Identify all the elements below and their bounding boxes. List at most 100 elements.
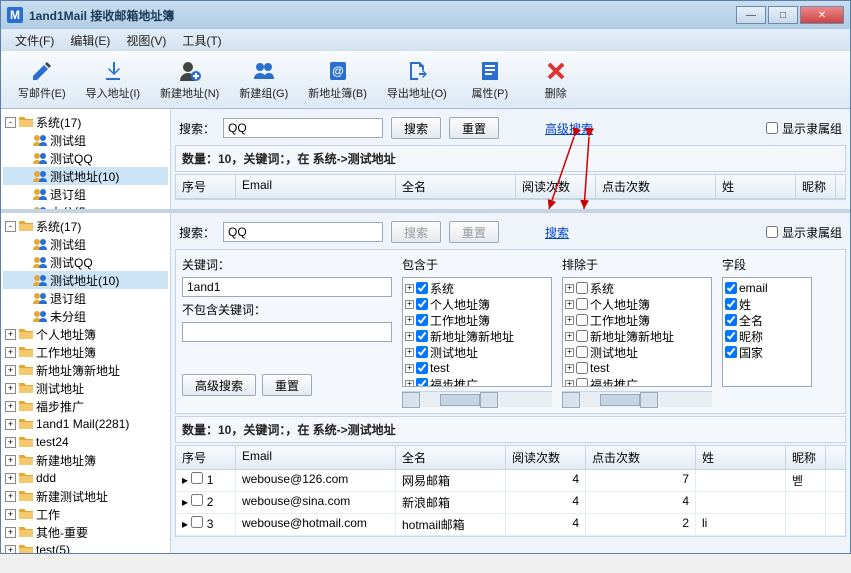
list-item[interactable]: 国家 <box>725 344 809 360</box>
expand-icon[interactable]: + <box>405 348 414 357</box>
list-item[interactable]: +测试地址 <box>405 344 549 360</box>
tree-node[interactable]: +工作地址簿 <box>3 343 168 361</box>
search-link[interactable]: 搜索 <box>545 224 569 241</box>
expand-icon[interactable]: + <box>565 300 574 309</box>
item-checkbox[interactable] <box>725 282 737 294</box>
delete-button[interactable]: 删除 <box>524 54 588 106</box>
expand-icon[interactable]: + <box>565 284 574 293</box>
exclude-listbox[interactable]: +系统+个人地址簿+工作地址簿+新地址簿新地址+测试地址+test+福步推广+1… <box>562 277 712 387</box>
list-item[interactable]: +个人地址簿 <box>565 296 709 312</box>
tree-node[interactable]: +福步推广 <box>3 397 168 415</box>
item-checkbox[interactable] <box>725 314 737 326</box>
list-item[interactable]: +test <box>565 360 709 376</box>
tree-node[interactable]: -系统(17) <box>3 217 168 235</box>
expand-icon[interactable]: + <box>5 383 16 394</box>
expand-icon[interactable]: + <box>5 509 16 520</box>
tree-node[interactable]: +test24 <box>3 433 168 451</box>
list-item[interactable]: 全名 <box>725 312 809 328</box>
table-row[interactable]: ▸ 3webouse@hotmail.comhotmail邮箱42li <box>176 514 845 536</box>
tree-node[interactable]: 测试组 <box>3 235 168 253</box>
tree-node[interactable]: +测试地址 <box>3 379 168 397</box>
adv-reset-button[interactable]: 重置 <box>262 374 312 396</box>
expand-icon[interactable]: + <box>405 284 414 293</box>
menu-file[interactable]: 文件(F) <box>7 30 62 51</box>
tree-node[interactable]: +工作 <box>3 505 168 523</box>
fields-listbox[interactable]: email姓全名昵称国家 <box>722 277 812 387</box>
expand-icon[interactable]: + <box>565 380 574 388</box>
expand-icon[interactable]: + <box>5 527 16 538</box>
expand-icon[interactable]: - <box>5 221 16 232</box>
menu-tool[interactable]: 工具(T) <box>174 30 229 51</box>
list-item[interactable]: +福步推广 <box>565 376 709 387</box>
tree-node[interactable]: 未分组 <box>3 203 168 209</box>
list-item[interactable]: +新地址簿新地址 <box>565 328 709 344</box>
compose-button[interactable]: 写邮件(E) <box>9 54 75 106</box>
expand-icon[interactable]: + <box>565 364 574 373</box>
tree-node[interactable]: 测试QQ <box>3 253 168 271</box>
maximize-button[interactable]: □ <box>768 6 798 24</box>
tree-node[interactable]: +test(5) <box>3 541 168 553</box>
list-item[interactable]: +系统 <box>565 280 709 296</box>
tree-node[interactable]: 测试地址(10) <box>3 271 168 289</box>
expand-icon[interactable]: + <box>405 364 414 373</box>
nkw-input[interactable] <box>182 322 392 342</box>
list-item[interactable]: 昵称 <box>725 328 809 344</box>
expand-icon[interactable]: + <box>5 437 16 448</box>
list-item[interactable]: +福步推广 <box>405 376 549 387</box>
item-checkbox[interactable] <box>725 298 737 310</box>
item-checkbox[interactable] <box>576 346 588 358</box>
tree-top[interactable]: -系统(17)测试组测试QQ测试地址(10)退订组未分组 <box>1 109 171 209</box>
item-checkbox[interactable] <box>725 346 737 358</box>
expand-icon[interactable]: + <box>5 365 16 376</box>
tree-node[interactable]: 测试地址(10) <box>3 167 168 185</box>
search-button-bottom[interactable]: 搜索 <box>391 221 441 243</box>
item-checkbox[interactable] <box>576 362 588 374</box>
tree-node[interactable]: +新地址簿新地址 <box>3 361 168 379</box>
tree-node[interactable]: +ddd <box>3 469 168 487</box>
reset-button-bottom[interactable]: 重置 <box>449 221 499 243</box>
tree-node[interactable]: +1and1 Mail(2281) <box>3 415 168 433</box>
tree-node[interactable]: +新建测试地址 <box>3 487 168 505</box>
exclude-scroll[interactable] <box>562 391 712 407</box>
tree-node[interactable]: 退订组 <box>3 289 168 307</box>
tree-node[interactable]: 测试组 <box>3 131 168 149</box>
item-checkbox[interactable] <box>576 378 588 387</box>
item-checkbox[interactable] <box>416 378 428 387</box>
expand-icon[interactable]: - <box>5 117 16 128</box>
expand-icon[interactable]: + <box>405 316 414 325</box>
expand-icon[interactable]: + <box>5 401 16 412</box>
tree-node[interactable]: +个人地址簿 <box>3 325 168 343</box>
expand-icon[interactable]: + <box>565 316 574 325</box>
list-item[interactable]: +test <box>405 360 549 376</box>
item-checkbox[interactable] <box>416 298 428 310</box>
expand-icon[interactable]: + <box>5 473 16 484</box>
expand-icon[interactable]: + <box>405 332 414 341</box>
tree-node[interactable]: 未分组 <box>3 307 168 325</box>
include-scroll[interactable] <box>402 391 552 407</box>
newgroup-button[interactable]: 新建组(G) <box>230 54 297 106</box>
tree-node[interactable]: 测试QQ <box>3 149 168 167</box>
close-button[interactable]: ✕ <box>800 6 844 24</box>
tree-node[interactable]: +新建地址簿 <box>3 451 168 469</box>
adv-search-button[interactable]: 高级搜索 <box>182 374 256 396</box>
row-checkbox[interactable] <box>191 494 203 506</box>
expand-icon[interactable]: + <box>405 380 414 388</box>
reset-button-top[interactable]: 重置 <box>449 117 499 139</box>
list-item[interactable]: +系统 <box>405 280 549 296</box>
list-item[interactable]: +工作地址簿 <box>565 312 709 328</box>
menu-view[interactable]: 视图(V) <box>118 30 174 51</box>
tree-node[interactable]: +其他-重要 <box>3 523 168 541</box>
newaddr-button[interactable]: 新建地址(N) <box>151 54 228 106</box>
expand-icon[interactable]: + <box>5 491 16 502</box>
list-item[interactable]: +工作地址簿 <box>405 312 549 328</box>
props-button[interactable]: 属性(P) <box>458 54 522 106</box>
item-checkbox[interactable] <box>576 282 588 294</box>
expand-icon[interactable]: + <box>5 545 16 554</box>
list-item[interactable]: 姓 <box>725 296 809 312</box>
item-checkbox[interactable] <box>576 314 588 326</box>
export-button[interactable]: 导出地址(O) <box>378 54 456 106</box>
item-checkbox[interactable] <box>576 298 588 310</box>
expand-icon[interactable]: + <box>405 300 414 309</box>
search-button-top[interactable]: 搜索 <box>391 117 441 139</box>
item-checkbox[interactable] <box>416 346 428 358</box>
